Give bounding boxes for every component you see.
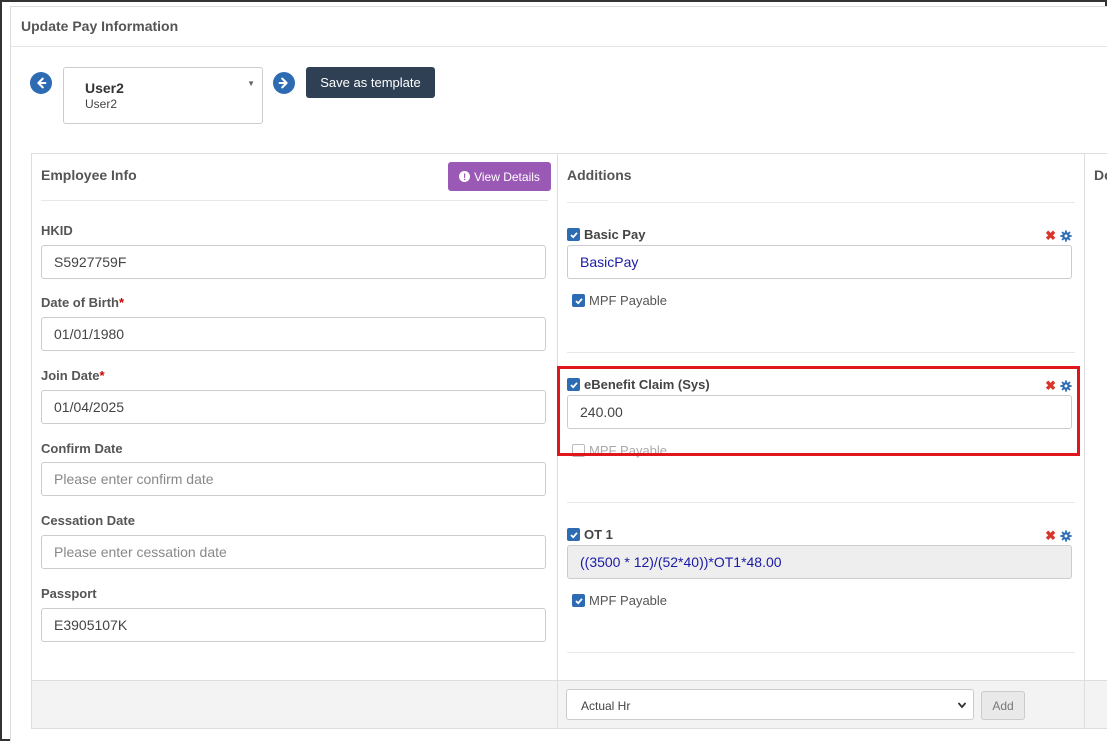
- mpf-payable-label: MPF Payable: [589, 293, 668, 308]
- required-marker: *: [119, 295, 125, 310]
- save-as-template-button[interactable]: Save as template: [306, 67, 435, 98]
- gear-icon[interactable]: [1060, 379, 1072, 392]
- checkbox-checked-icon: [572, 594, 585, 607]
- passport-label: Passport: [41, 586, 97, 601]
- mpf-payable-checkbox[interactable]: MPF Payable: [572, 593, 667, 608]
- addition-type-select[interactable]: Actual Hr: [566, 689, 974, 720]
- divider: [41, 200, 548, 201]
- checkbox-checked-icon: [572, 294, 585, 307]
- required-marker: *: [99, 368, 105, 383]
- deductions-panel: Deductions: [1085, 153, 1107, 729]
- info-icon: !: [459, 171, 471, 182]
- addition-item-header: Basic Pay: [567, 227, 645, 242]
- ot1-formula-input[interactable]: [567, 545, 1072, 579]
- addition-item-label: OT 1: [584, 527, 613, 542]
- item-actions: ✖: [1045, 529, 1072, 542]
- update-pay-page: Update Pay Information User2 User2 ▼ Sav…: [10, 6, 1107, 741]
- deductions-title: Deductions: [1094, 167, 1107, 183]
- addition-item-header: eBenefit Claim (Sys): [567, 377, 710, 392]
- checkbox-checked-icon[interactable]: [567, 528, 580, 541]
- checkbox-checked-icon[interactable]: [567, 378, 580, 391]
- gear-icon[interactable]: [1060, 529, 1072, 542]
- divider: [567, 502, 1075, 503]
- hkid-label: HKID: [41, 223, 73, 238]
- addition-item: Basic Pay ✖ MPF Payable: [567, 227, 1072, 327]
- cessation-date-label: Cessation Date: [41, 513, 135, 528]
- page-title: Update Pay Information: [11, 7, 1107, 47]
- next-user-button[interactable]: [273, 72, 295, 94]
- checkbox-checked-icon[interactable]: [567, 228, 580, 241]
- mpf-payable-checkbox[interactable]: MPF Payable: [572, 443, 667, 458]
- addition-item-label: eBenefit Claim (Sys): [584, 377, 710, 392]
- cessation-date-input[interactable]: [41, 535, 546, 569]
- mpf-payable-label: MPF Payable: [589, 443, 668, 458]
- user-select-name: User2: [85, 80, 124, 96]
- divider: [567, 652, 1075, 653]
- employee-info-panel: Employee Info ! View Details HKID Date o…: [31, 153, 558, 729]
- addition-item: eBenefit Claim (Sys) ✖ MPF Payable: [567, 377, 1072, 477]
- hkid-input[interactable]: [41, 245, 546, 279]
- gear-icon[interactable]: [1060, 229, 1072, 242]
- panel-footer: [32, 680, 557, 728]
- checkbox-unchecked-icon: [572, 444, 585, 457]
- addition-item-header: OT 1: [567, 527, 613, 542]
- view-details-label: View Details: [474, 169, 540, 184]
- addition-type-value: Actual Hr: [581, 699, 631, 713]
- employee-info-title: Employee Info: [41, 167, 137, 183]
- addition-item: OT 1 ✖ MPF Payable: [567, 527, 1072, 627]
- item-actions: ✖: [1045, 379, 1072, 392]
- view-details-button[interactable]: ! View Details: [448, 162, 551, 191]
- arrow-right-icon: [278, 77, 288, 89]
- join-date-label: Join Date*: [41, 368, 105, 383]
- prev-user-button[interactable]: [30, 72, 52, 94]
- remove-icon[interactable]: ✖: [1045, 379, 1056, 392]
- confirm-date-input[interactable]: [41, 462, 546, 496]
- mpf-payable-checkbox[interactable]: MPF Payable: [572, 293, 667, 308]
- additions-footer: Actual Hr Add: [558, 680, 1084, 728]
- addition-item-label: Basic Pay: [584, 227, 646, 242]
- dob-label-text: Date of Birth: [41, 295, 119, 310]
- add-addition-button[interactable]: Add: [981, 691, 1025, 720]
- basic-pay-input[interactable]: [567, 245, 1072, 279]
- additions-title: Additions: [567, 167, 632, 183]
- additions-panel: Additions Basic Pay ✖ MPF Payable eBenef…: [558, 153, 1085, 729]
- divider: [567, 352, 1075, 353]
- remove-icon[interactable]: ✖: [1045, 229, 1056, 242]
- dob-input[interactable]: [41, 317, 546, 351]
- user-select[interactable]: User2 User2 ▼: [63, 67, 263, 124]
- caret-down-icon: ▼: [247, 79, 255, 88]
- user-select-sub: User2: [85, 97, 118, 111]
- mpf-payable-label: MPF Payable: [589, 593, 668, 608]
- passport-input[interactable]: [41, 608, 546, 642]
- confirm-date-label: Confirm Date: [41, 441, 123, 456]
- remove-icon[interactable]: ✖: [1045, 529, 1056, 542]
- arrow-left-icon: [37, 77, 47, 89]
- chevron-down-icon: [957, 702, 967, 709]
- item-actions: ✖: [1045, 229, 1072, 242]
- deductions-footer: [1085, 680, 1107, 728]
- ebenefit-claim-input[interactable]: [567, 395, 1072, 429]
- dob-label: Date of Birth*: [41, 295, 124, 310]
- join-date-input[interactable]: [41, 390, 546, 424]
- divider: [567, 202, 1075, 203]
- join-date-label-text: Join Date: [41, 368, 100, 383]
